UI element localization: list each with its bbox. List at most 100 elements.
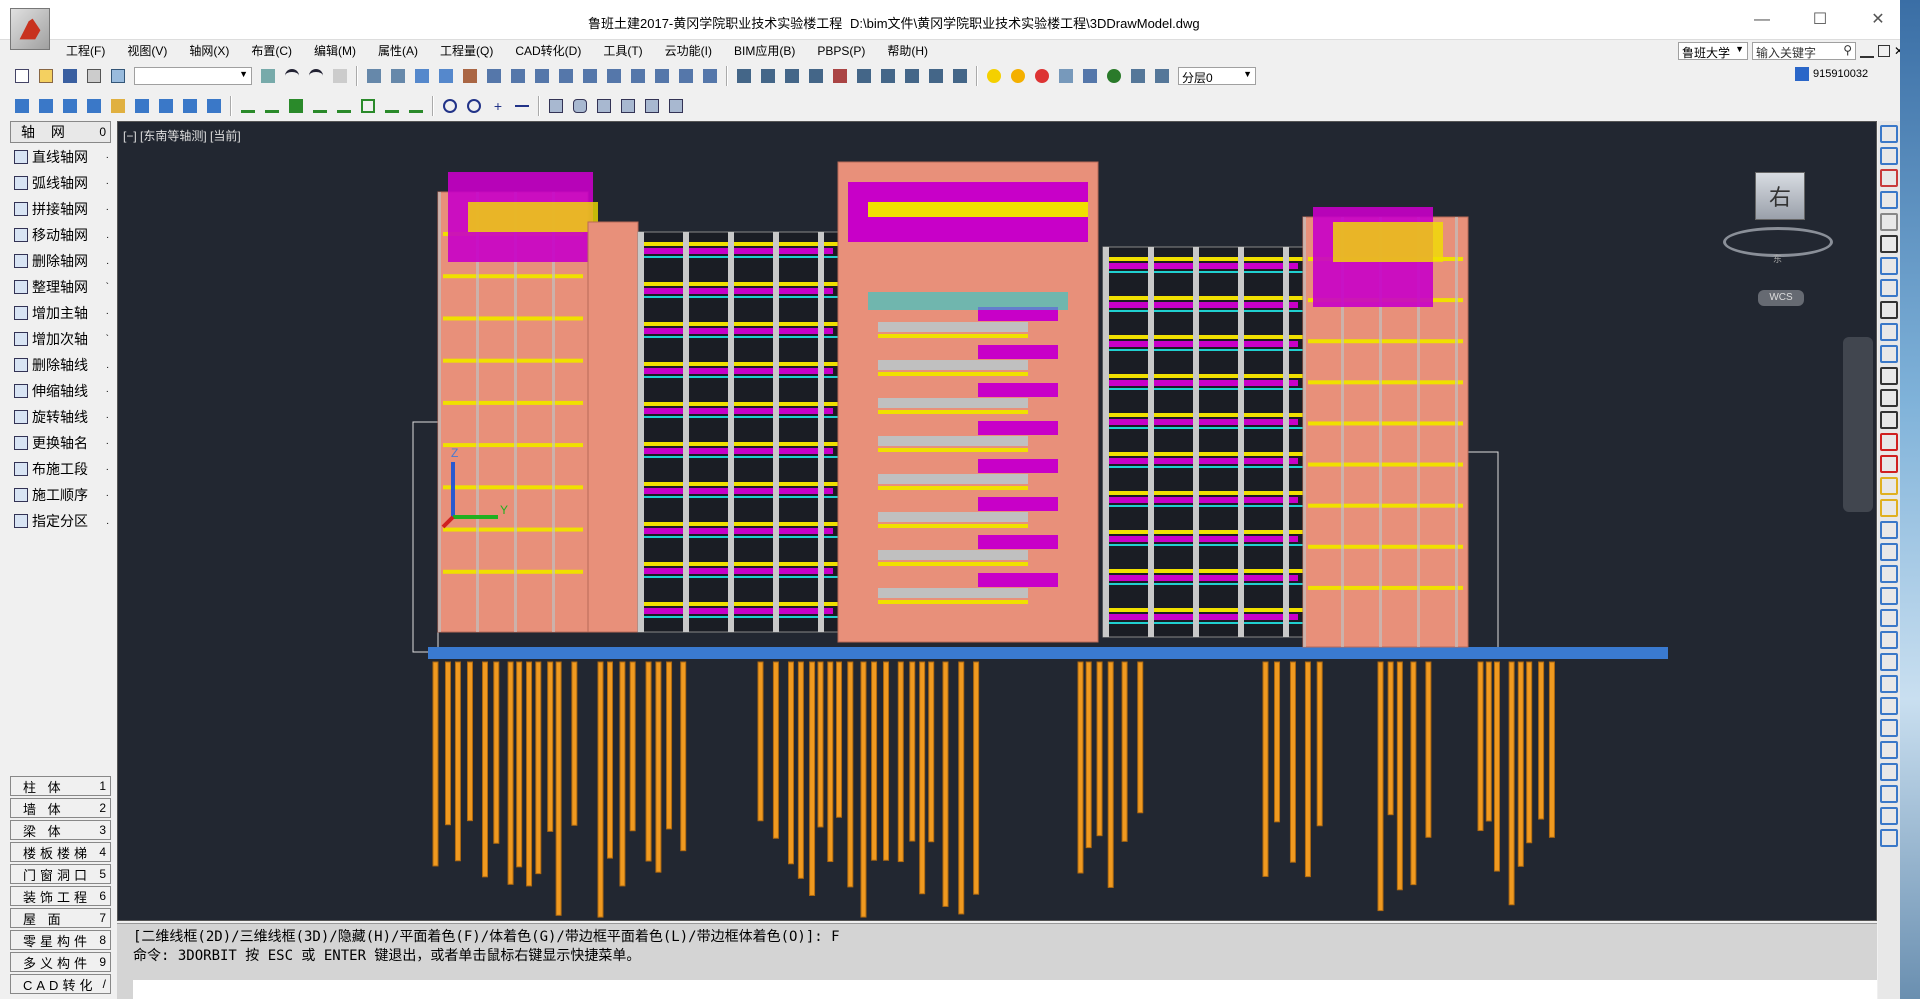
model-viewport[interactable]: [−] [东南等轴测] [当前] Z Y 右 东 WCS bbox=[117, 121, 1877, 921]
view-right-icon[interactable] bbox=[84, 96, 104, 116]
sidebar-item-10[interactable]: 旋转轴线 · bbox=[10, 405, 111, 429]
menu-restore-icon[interactable] bbox=[1878, 45, 1890, 57]
close-button[interactable]: ✕ bbox=[1858, 8, 1898, 32]
join-icon[interactable] bbox=[652, 66, 672, 86]
layer-select[interactable]: 分层0 ▼ bbox=[1178, 67, 1256, 85]
right-tool-10-icon[interactable] bbox=[1880, 345, 1898, 363]
erase-icon[interactable] bbox=[460, 66, 480, 86]
chamfer-icon[interactable] bbox=[700, 66, 720, 86]
sidebar-item-0[interactable]: 直线轴网 · bbox=[10, 145, 111, 169]
draw-wall-icon[interactable] bbox=[286, 96, 306, 116]
navigation-bar[interactable] bbox=[1843, 337, 1873, 512]
new-file-icon[interactable] bbox=[12, 66, 32, 86]
right-tool-4-icon[interactable] bbox=[1880, 213, 1898, 231]
redo-icon[interactable] bbox=[306, 66, 326, 86]
right-tool-18-icon[interactable] bbox=[1880, 521, 1898, 539]
minus-icon[interactable] bbox=[512, 96, 532, 116]
right-tool-30-icon[interactable] bbox=[1880, 785, 1898, 803]
panel-header-axis[interactable]: 轴 网0 bbox=[10, 121, 111, 143]
right-tool-11-icon[interactable] bbox=[1880, 367, 1898, 385]
right-tool-17-icon[interactable] bbox=[1880, 499, 1898, 517]
pan-icon[interactable] bbox=[330, 66, 350, 86]
undo-icon[interactable] bbox=[282, 66, 302, 86]
right-tool-27-icon[interactable] bbox=[1880, 719, 1898, 737]
sidebar-item-14[interactable]: 指定分区. bbox=[10, 509, 111, 533]
menu-project[interactable]: 工程(F) bbox=[55, 40, 116, 59]
keyword-search-input[interactable]: 输入关键字 ⚲ bbox=[1752, 42, 1856, 60]
menu-tools[interactable]: 工具(T) bbox=[592, 40, 653, 59]
save-icon[interactable] bbox=[60, 66, 80, 86]
sidebar-item-4[interactable]: 删除轴网. bbox=[10, 249, 111, 273]
view-cube-face[interactable]: 右 bbox=[1755, 172, 1805, 220]
hide-3d-icon[interactable] bbox=[618, 96, 638, 116]
export-icon[interactable] bbox=[854, 66, 874, 86]
right-tool-15-icon[interactable] bbox=[1880, 455, 1898, 473]
menu-axis[interactable]: 轴网(X) bbox=[178, 40, 240, 59]
view-front-icon[interactable] bbox=[36, 96, 56, 116]
sidebar-item-6[interactable]: 增加主轴 · bbox=[10, 301, 111, 325]
view-bottom-icon[interactable] bbox=[132, 96, 152, 116]
right-tool-5-icon[interactable] bbox=[1880, 235, 1898, 253]
layer-freeze-icon[interactable] bbox=[1056, 66, 1076, 86]
sidebar-item-8[interactable]: 删除轴线. bbox=[10, 353, 111, 377]
print-icon[interactable] bbox=[84, 66, 104, 86]
right-tool-6-icon[interactable] bbox=[1880, 257, 1898, 275]
category-0[interactable]: 柱 体 1 bbox=[10, 776, 111, 796]
move-icon[interactable] bbox=[412, 66, 432, 86]
elevation-icon[interactable] bbox=[902, 66, 922, 86]
box-3d-icon[interactable] bbox=[546, 96, 566, 116]
layer-manager-icon[interactable] bbox=[1128, 66, 1148, 86]
view-cube[interactable]: 右 东 WCS bbox=[1718, 172, 1838, 306]
sidebar-item-3[interactable]: 移动轴网. bbox=[10, 223, 111, 247]
right-tool-8-icon[interactable] bbox=[1880, 301, 1898, 319]
eye-icon[interactable] bbox=[1104, 66, 1124, 86]
match-prop-icon[interactable] bbox=[258, 66, 278, 86]
calc-icon[interactable] bbox=[734, 66, 754, 86]
view-se-icon[interactable] bbox=[180, 96, 200, 116]
mirror-icon[interactable] bbox=[388, 66, 408, 86]
right-tool-16-icon[interactable] bbox=[1880, 477, 1898, 495]
view-sw-icon[interactable] bbox=[156, 96, 176, 116]
menu-edit[interactable]: 编辑(M) bbox=[303, 40, 367, 59]
right-tool-32-icon[interactable] bbox=[1880, 829, 1898, 847]
category-8[interactable]: 多义构件 9 bbox=[10, 952, 111, 972]
right-tool-28-icon[interactable] bbox=[1880, 741, 1898, 759]
view-ne-icon[interactable] bbox=[204, 96, 224, 116]
layer-off-icon[interactable] bbox=[1032, 66, 1052, 86]
rotate-icon[interactable] bbox=[436, 66, 456, 86]
category-5[interactable]: 装饰工程 6 bbox=[10, 886, 111, 906]
trim-icon[interactable] bbox=[484, 66, 504, 86]
draw-polyline-icon[interactable] bbox=[262, 96, 282, 116]
category-2[interactable]: 梁 体 3 bbox=[10, 820, 111, 840]
right-tool-29-icon[interactable] bbox=[1880, 763, 1898, 781]
right-tool-14-icon[interactable] bbox=[1880, 433, 1898, 451]
category-6[interactable]: 屋 面 7 bbox=[10, 908, 111, 928]
table-icon[interactable] bbox=[830, 66, 850, 86]
category-1[interactable]: 墙 体 2 bbox=[10, 798, 111, 818]
snap-point-icon[interactable] bbox=[464, 96, 484, 116]
snap-center-icon[interactable] bbox=[440, 96, 460, 116]
array-icon[interactable] bbox=[580, 66, 600, 86]
section-icon[interactable] bbox=[878, 66, 898, 86]
sidebar-item-13[interactable]: 施工顺序 · bbox=[10, 483, 111, 507]
category-9[interactable]: CAD转化 / bbox=[10, 974, 111, 994]
menu-minimize-icon[interactable] bbox=[1860, 44, 1874, 58]
draw-offset-icon[interactable] bbox=[382, 96, 402, 116]
sidebar-item-9[interactable]: 伸缩轴线 · bbox=[10, 379, 111, 403]
check-icon[interactable] bbox=[806, 66, 826, 86]
view-top-icon[interactable] bbox=[12, 96, 32, 116]
menu-help[interactable]: 帮助(H) bbox=[876, 40, 939, 59]
right-tool-31-icon[interactable] bbox=[1880, 807, 1898, 825]
right-tool-0-icon[interactable] bbox=[1880, 125, 1898, 143]
wcs-button[interactable]: WCS bbox=[1758, 290, 1804, 306]
right-tool-23-icon[interactable] bbox=[1880, 631, 1898, 649]
orbit-3d-icon[interactable] bbox=[594, 96, 614, 116]
menu-bim[interactable]: BIM应用(B) bbox=[723, 40, 806, 59]
open-file-icon[interactable] bbox=[36, 66, 56, 86]
calc-all-icon[interactable] bbox=[758, 66, 778, 86]
right-tool-1-icon[interactable] bbox=[1880, 147, 1898, 165]
category-7[interactable]: 零星构件 8 bbox=[10, 930, 111, 950]
offset-icon[interactable] bbox=[556, 66, 576, 86]
scale-icon[interactable] bbox=[532, 66, 552, 86]
right-tool-7-icon[interactable] bbox=[1880, 279, 1898, 297]
